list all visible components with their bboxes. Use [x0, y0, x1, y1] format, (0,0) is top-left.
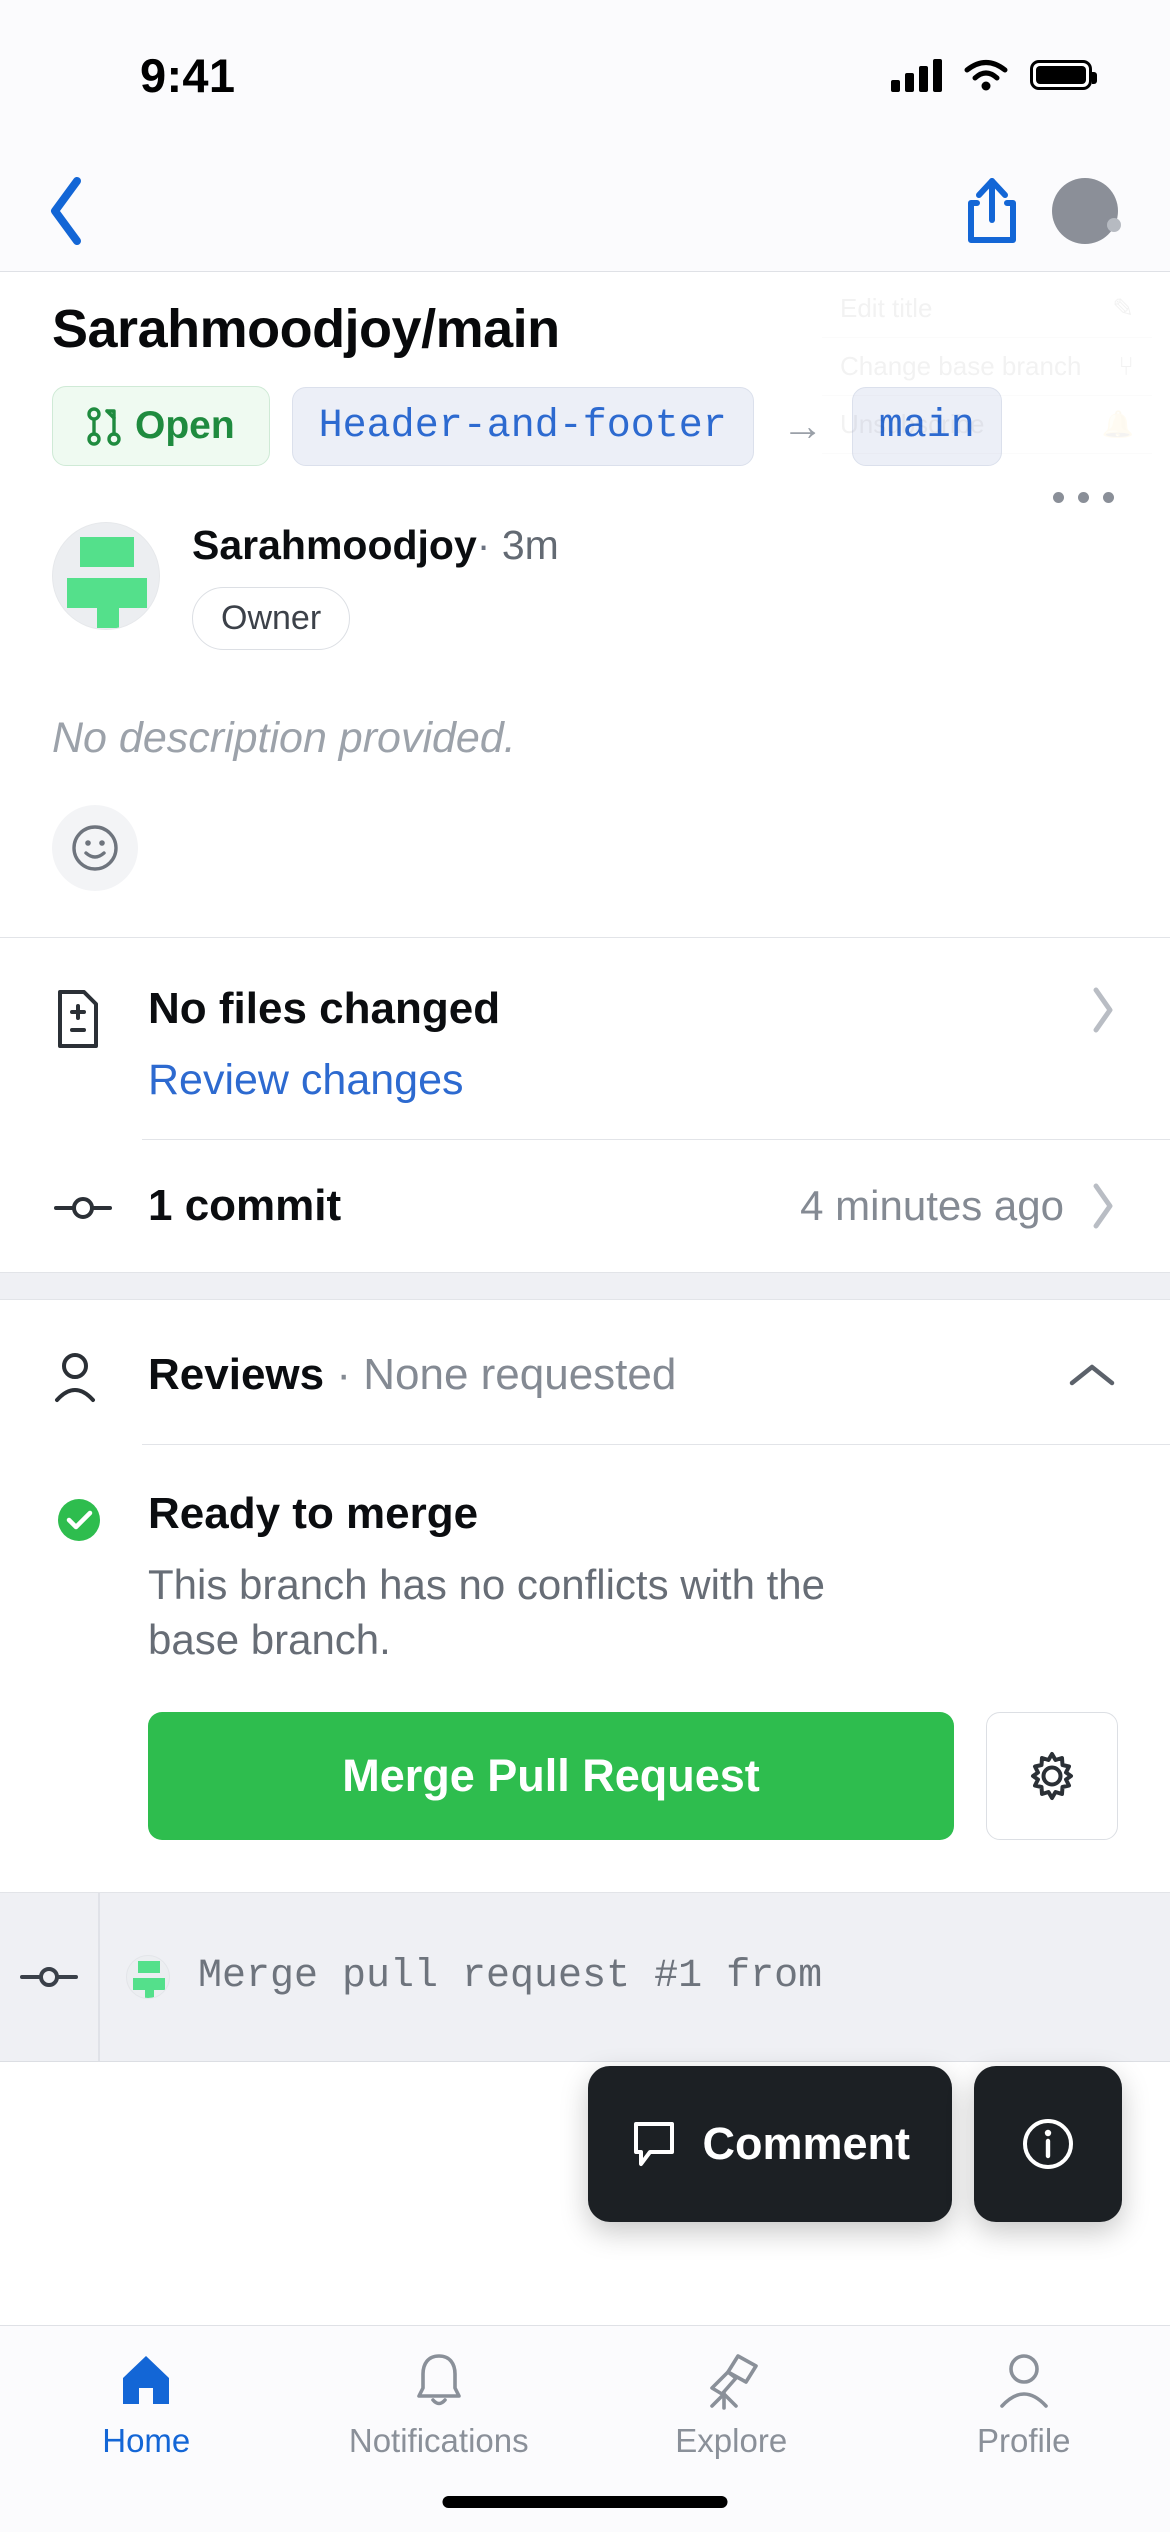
merge-actions: Merge Pull Request	[148, 1668, 1118, 1892]
info-button[interactable]	[974, 2066, 1122, 2222]
base-branch-chip[interactable]: main	[851, 386, 1002, 466]
tab-home[interactable]: Home	[0, 2350, 293, 2460]
smiley-reaction-icon	[72, 825, 118, 871]
merge-title: Ready to merge	[148, 1489, 479, 1538]
chevron-right-icon	[1093, 987, 1113, 1033]
files-changed-row[interactable]: No files changed Review changes	[0, 938, 1170, 1139]
files-changed-title: No files changed	[148, 984, 501, 1033]
file-diff-icon	[58, 990, 98, 1048]
commits-body: 1 commit	[148, 1181, 800, 1231]
branch-badges: Open Header-and-footer → main	[0, 360, 1170, 466]
chevron-up-icon	[1069, 1364, 1115, 1386]
comment-icon	[634, 2122, 675, 2166]
more-horizontal-icon[interactable]	[1053, 492, 1114, 503]
cellular-signal-icon	[891, 58, 942, 92]
person-icon	[55, 1353, 95, 1402]
tab-profile-label: Profile	[976, 2422, 1071, 2459]
tab-home-label: Home	[102, 2422, 191, 2459]
timeline-commit-message: Merge pull request #1 from	[198, 1954, 823, 2000]
pull-request-content: Sarahmoodjoy/main Edit title ✎ Change ba…	[0, 272, 1170, 2062]
reviews-heading: Reviews · None requested	[148, 1350, 1066, 1400]
merge-status-icon-wrap	[52, 1489, 148, 1547]
back-button[interactable]	[0, 173, 120, 249]
branch-arrow-icon: →	[781, 402, 824, 449]
role-badge: Owner	[192, 587, 351, 650]
tab-profile[interactable]: Profile	[878, 2350, 1170, 2460]
author-separator: ·	[476, 522, 491, 568]
git-commit-icon	[20, 1966, 78, 1987]
merge-body: Ready to merge This branch has no confli…	[148, 1489, 1118, 1892]
commits-timestamp: 4 minutes ago	[800, 1182, 1064, 1229]
files-changed-icon-wrap	[52, 984, 148, 1050]
home-icon	[123, 2356, 170, 2404]
home-indicator	[442, 2496, 728, 2508]
info-circle-icon	[1023, 2119, 1073, 2169]
gear-icon	[1031, 1751, 1073, 1800]
merge-subtitle: This branch has no conflicts with the ba…	[148, 1561, 826, 1664]
reviews-separator	[324, 1350, 336, 1399]
author-name[interactable]: Sarahmoodjoy	[192, 522, 477, 568]
pull-request-screen: 9:41 Sarahmoodjoy/main Edit title ✎ Chan…	[0, 0, 1170, 2532]
bell-icon	[416, 2354, 461, 2406]
review-changes-link[interactable]: Review changes	[148, 1056, 1088, 1105]
status-bar: 9:41	[0, 0, 1170, 150]
head-branch-chip[interactable]: Header-and-footer	[291, 386, 754, 466]
page-title: Sarahmoodjoy/main	[52, 299, 560, 359]
status-bar-time: 9:41	[140, 48, 236, 102]
floating-actions: Comment	[588, 2066, 1122, 2222]
add-reaction-button[interactable]	[52, 805, 138, 891]
reviews-collapse-button[interactable]	[1066, 1359, 1118, 1391]
tab-notifications-label: Notifications	[348, 2422, 529, 2459]
author-line: Sarahmoodjoy· 3m	[192, 522, 1118, 569]
pr-description: No description provided.	[52, 714, 516, 762]
merge-pull-request-button[interactable]: Merge Pull Request	[148, 1711, 954, 1840]
commits-chevron	[1088, 1180, 1118, 1232]
commits-title: 1 commit	[148, 1181, 342, 1230]
tab-explore-label: Explore	[675, 2422, 788, 2459]
section-gap	[0, 1272, 1170, 1300]
commits-icon-wrap	[52, 1186, 148, 1226]
reviews-status-text: None requested	[363, 1350, 677, 1399]
merge-settings-button[interactable]	[986, 1711, 1118, 1840]
reviews-body: Reviews · None requested	[148, 1350, 1066, 1400]
merge-section: Ready to merge This branch has no confli…	[0, 1445, 1170, 1892]
author-row: Sarahmoodjoy· 3m Owner	[0, 466, 1170, 650]
share-button[interactable]	[932, 176, 1052, 246]
comment-button-label: Comment	[702, 2118, 910, 2169]
status-bar-indicators	[891, 58, 1097, 92]
status-badge: Open	[52, 386, 270, 466]
status-badge-label: Open	[135, 404, 235, 447]
telescope-icon	[710, 2354, 759, 2410]
person-icon	[999, 2354, 1048, 2408]
reviews-separator-dot: ·	[336, 1350, 351, 1399]
git-pull-request-icon	[87, 407, 121, 446]
files-chevron	[1088, 984, 1118, 1036]
wifi-icon	[964, 60, 1008, 91]
timeline-row[interactable]: Merge pull request #1 from	[0, 1891, 1170, 2062]
chevron-right-icon	[1093, 1183, 1113, 1229]
battery-icon	[1030, 60, 1097, 90]
reviews-title: Reviews	[148, 1350, 325, 1399]
navigation-bar	[0, 150, 1170, 272]
author-avatar[interactable]	[52, 522, 160, 630]
git-commit-icon	[54, 1197, 112, 1219]
bottom-tab-bar: Home Notifications Explore Profile	[0, 2325, 1170, 2532]
reaction-row	[0, 763, 1170, 891]
reviews-icon-wrap	[52, 1346, 148, 1404]
timeline-icon-wrap	[0, 1959, 98, 1995]
share-icon	[968, 177, 1016, 243]
author-timestamp: 3m	[501, 522, 559, 568]
check-circle-icon	[58, 1499, 100, 1541]
author-details: Sarahmoodjoy· 3m Owner	[160, 522, 1118, 650]
reviews-status	[351, 1350, 363, 1399]
commits-row[interactable]: 1 commit 4 minutes ago	[0, 1140, 1170, 1272]
timeline-avatar	[126, 1954, 170, 1999]
tab-explore[interactable]: Explore	[585, 2350, 878, 2460]
avatar[interactable]	[1052, 177, 1121, 244]
reviews-row[interactable]: Reviews · None requested	[0, 1300, 1170, 1444]
tab-notifications[interactable]: Notifications	[293, 2350, 586, 2460]
comment-button[interactable]: Comment	[588, 2066, 952, 2222]
chevron-left-icon	[51, 176, 81, 245]
files-changed-body: No files changed Review changes	[148, 984, 1088, 1105]
